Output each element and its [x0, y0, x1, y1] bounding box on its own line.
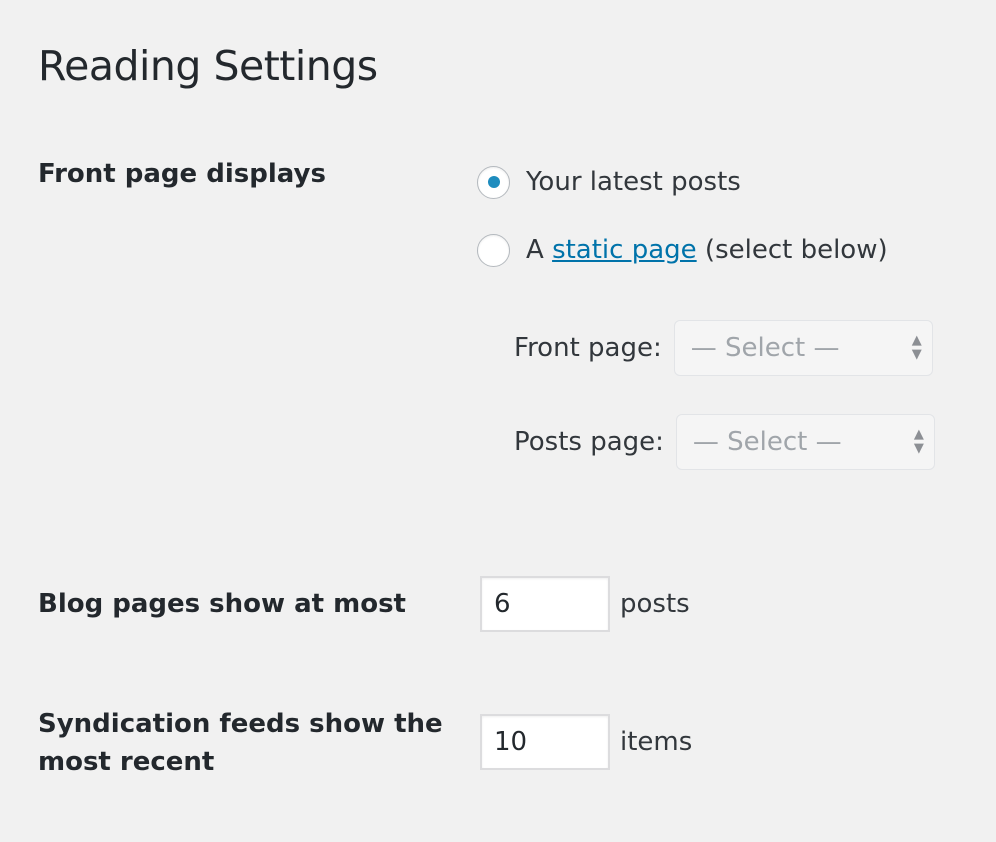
static-page-suffix[interactable]: (select below) — [705, 232, 888, 268]
posts-page-select-row: Posts page: — Select — ▲ ▼ — [514, 414, 935, 470]
blog-pages-label: Blog pages show at most — [38, 589, 406, 619]
static-page-radio[interactable] — [477, 233, 510, 267]
front-page-displays-label: Front page displays — [38, 159, 326, 189]
static-page-prefix[interactable]: A — [526, 232, 544, 268]
page-title: Reading Settings — [38, 42, 378, 90]
posts-page-select-value: — Select — — [692, 427, 842, 457]
posts-per-page-input[interactable]: 6 — [480, 576, 610, 632]
front-page-select-value: — Select — — [690, 333, 840, 363]
syndication-label: Syndication feeds show the most recent — [38, 709, 443, 777]
front-page-select-row: Front page: — Select — ▲ ▼ — [514, 320, 933, 376]
latest-posts-radio[interactable] — [477, 165, 510, 199]
front-page-select[interactable]: — Select — ▲ ▼ — [673, 320, 933, 376]
select-arrows-icon: ▲ ▼ — [911, 333, 922, 362]
feed-items-input[interactable]: 10 — [480, 714, 610, 770]
items-unit-label: items — [620, 727, 693, 757]
front-page-select-label: Front page: — [514, 333, 662, 363]
latest-posts-option[interactable]: Your latest posts — [477, 164, 741, 200]
posts-unit-label: posts — [620, 589, 690, 619]
static-page-option[interactable]: A static page (select below) — [477, 232, 888, 268]
posts-page-select-label: Posts page: — [514, 427, 664, 457]
static-page-link[interactable]: static page — [552, 232, 697, 268]
latest-posts-label[interactable]: Your latest posts — [526, 164, 741, 200]
select-arrows-icon: ▲ ▼ — [913, 427, 924, 456]
posts-page-select[interactable]: — Select — ▲ ▼ — [675, 414, 935, 470]
